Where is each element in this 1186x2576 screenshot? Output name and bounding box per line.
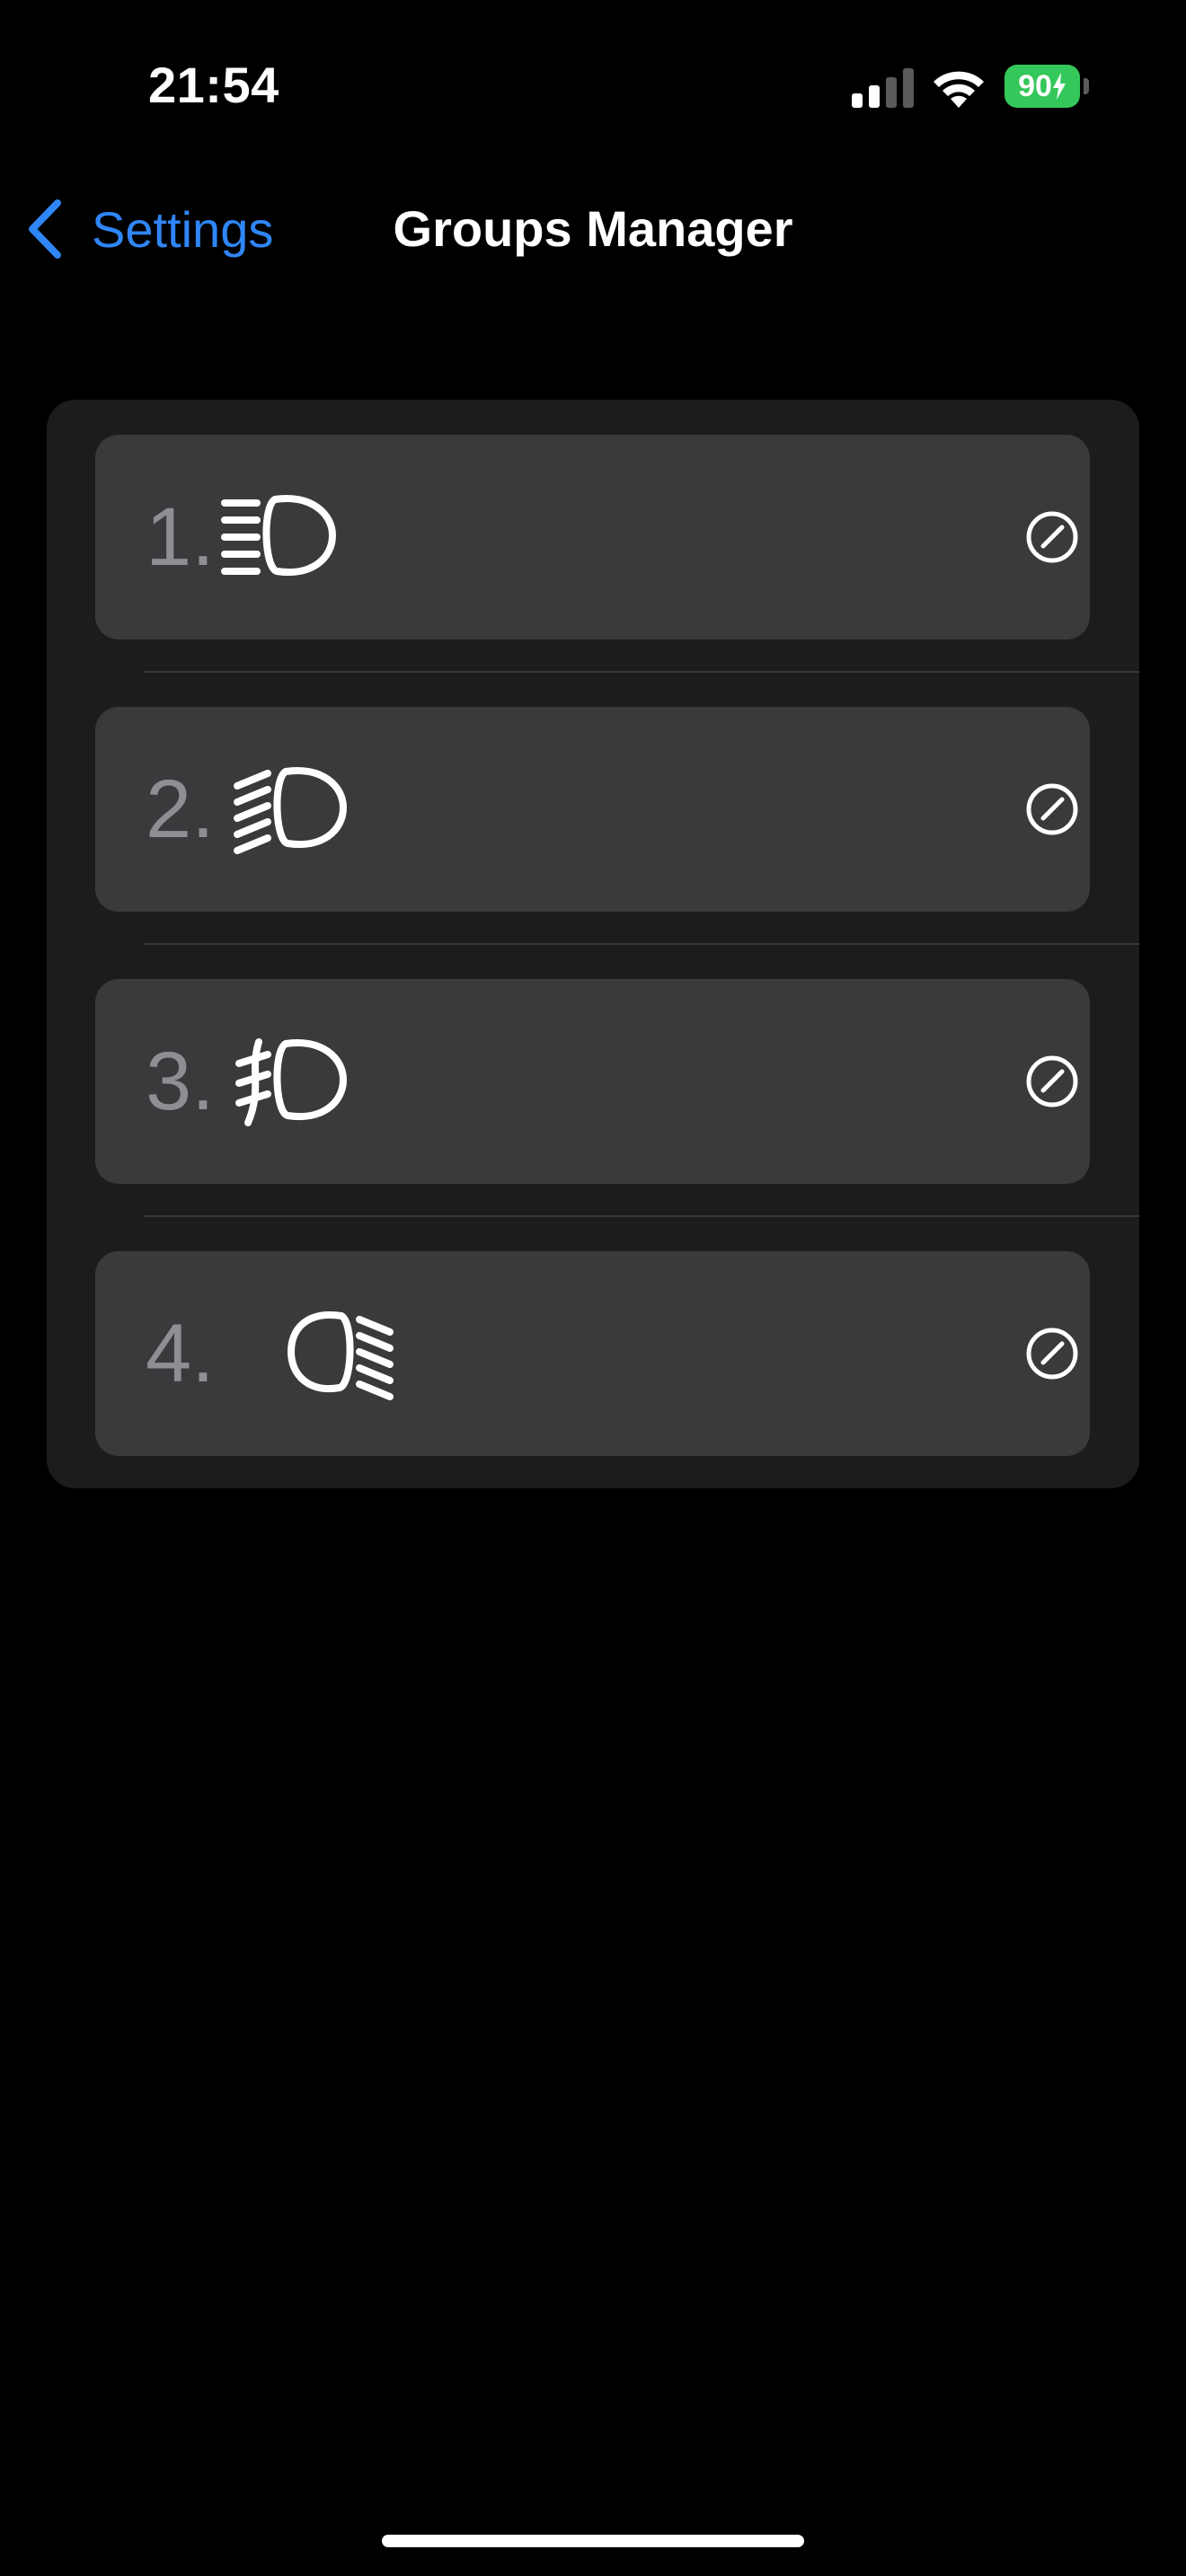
charging-bolt-icon xyxy=(1052,73,1066,100)
group-number: 2. xyxy=(146,763,215,855)
group-row-1[interactable]: 1. xyxy=(95,435,1090,640)
rear-fog-light-icon xyxy=(287,1311,394,1400)
battery-icon: 90 xyxy=(1005,65,1089,108)
low-beam-icon xyxy=(234,767,348,854)
front-fog-light-icon xyxy=(235,1038,348,1126)
group-row-4[interactable]: 4. xyxy=(95,1251,1090,1456)
group-row-3[interactable]: 3. xyxy=(95,979,1090,1184)
battery-cap xyxy=(1084,78,1089,94)
home-indicator[interactable] xyxy=(382,2535,804,2547)
row-separator xyxy=(144,671,1139,673)
edit-icon[interactable] xyxy=(1025,510,1079,564)
group-number: 4. xyxy=(146,1308,215,1399)
status-time: 21:54 xyxy=(148,57,279,113)
wifi-icon xyxy=(934,71,984,108)
edit-icon[interactable] xyxy=(1025,1054,1079,1108)
edit-icon[interactable] xyxy=(1025,782,1079,836)
group-number: 1. xyxy=(146,491,215,583)
page-title: Groups Manager xyxy=(393,200,793,257)
groups-list: 1. 2. 3. 4. xyxy=(47,400,1139,1488)
row-separator xyxy=(144,943,1139,945)
group-number: 3. xyxy=(146,1036,215,1127)
high-beam-icon xyxy=(221,495,337,577)
group-row-2[interactable]: 2. xyxy=(95,707,1090,912)
cellular-signal-icon xyxy=(852,68,914,108)
status-bar: 21:54 90 xyxy=(0,0,1186,162)
battery-level: 90 xyxy=(1005,65,1080,108)
row-separator xyxy=(144,1215,1139,1217)
edit-icon[interactable] xyxy=(1025,1327,1079,1381)
